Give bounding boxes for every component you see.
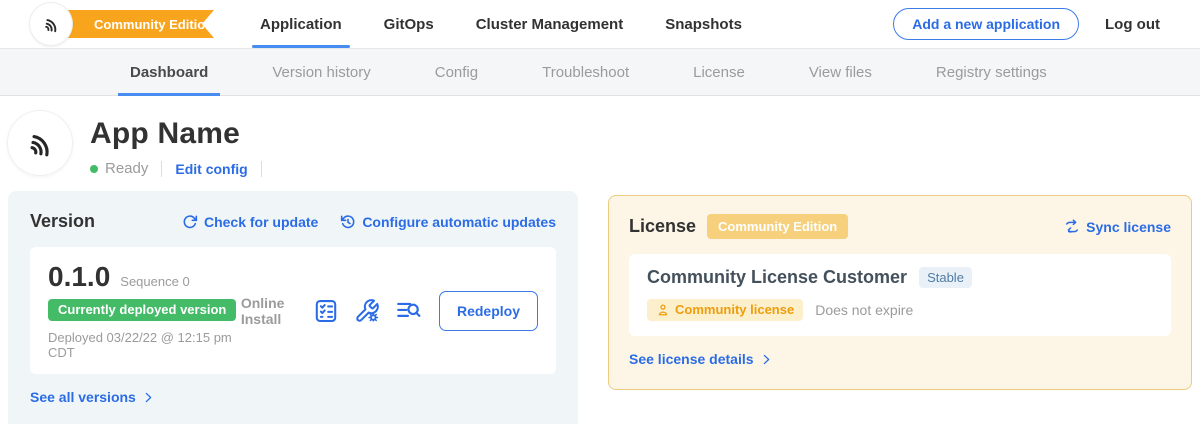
tab-label: Application <box>260 16 342 33</box>
link-label: See license details <box>629 351 754 367</box>
subtab-label: View files <box>809 64 872 81</box>
link-label: See all versions <box>30 389 136 405</box>
chevron-right-icon <box>760 353 773 366</box>
install-type-label: Online Install <box>241 295 296 327</box>
logout-button[interactable]: Log out <box>1105 16 1160 33</box>
expiry-text: Does not expire <box>815 302 913 318</box>
version-actions: Online Install Redeploy <box>241 291 538 331</box>
customer-row: Community License Customer Stable <box>647 267 1153 288</box>
redeploy-button[interactable]: Redeploy <box>439 291 538 331</box>
license-type-badge: Community license <box>647 299 803 321</box>
version-number: 0.1.0 <box>48 261 110 293</box>
tab-label: Snapshots <box>665 16 742 33</box>
subtab-label: Dashboard <box>130 64 208 81</box>
app-header: App Name Ready Edit config <box>0 96 1200 177</box>
app-logo-icon <box>22 125 58 161</box>
subtab-label: License <box>693 64 745 81</box>
chevron-right-icon <box>142 391 155 404</box>
version-card-title: Version <box>30 211 95 232</box>
license-card-title: License <box>629 216 696 237</box>
community-edition-ribbon: Community Edition <box>52 10 214 38</box>
divider <box>161 161 162 177</box>
current-version-box: 0.1.0 Sequence 0 Currently deployed vers… <box>30 247 556 374</box>
subtab-config[interactable]: Config <box>435 49 478 95</box>
community-edition-label: Community Edition <box>94 17 213 32</box>
replicated-logo[interactable] <box>30 3 72 45</box>
brand: Community Edition <box>30 0 218 48</box>
license-type-row: Community license Does not expire <box>647 299 1153 321</box>
edit-config-link[interactable]: Edit config <box>175 161 247 177</box>
version-card: Version Check for update Configure autom… <box>8 191 578 424</box>
status-dot-icon <box>90 165 98 173</box>
divider <box>261 161 262 177</box>
version-header-links: Check for update Configure automatic upd… <box>182 214 556 230</box>
top-nav-right: Add a new application Log out <box>893 8 1160 40</box>
refresh-icon <box>182 214 198 230</box>
link-label: Configure automatic updates <box>362 214 556 230</box>
sequence-label: Sequence 0 <box>120 274 189 289</box>
status-badge: Ready <box>105 160 148 177</box>
license-card-header: License Community Edition Sync license <box>629 214 1171 239</box>
app-sub-nav: Dashboard Version history Config Trouble… <box>0 48 1200 96</box>
top-nav: Community Edition Application GitOps Clu… <box>0 0 1200 48</box>
subtab-version-history[interactable]: Version history <box>272 49 370 95</box>
subtab-label: Registry settings <box>936 64 1047 81</box>
channel-badge: Stable <box>919 267 972 288</box>
version-card-header: Version Check for update Configure autom… <box>30 211 556 232</box>
app-avatar <box>8 111 72 175</box>
auto-update-clock-icon <box>340 214 356 230</box>
see-all-versions-link[interactable]: See all versions <box>30 389 155 405</box>
license-type-label: Community license <box>675 302 794 317</box>
person-icon <box>656 303 670 317</box>
subtab-registry-settings[interactable]: Registry settings <box>936 49 1047 95</box>
tab-cluster-management[interactable]: Cluster Management <box>476 0 624 48</box>
kots-admin-console: Community Edition Application GitOps Clu… <box>0 0 1200 424</box>
config-wrench-icon[interactable] <box>354 298 380 324</box>
license-card-footer: See license details <box>629 351 1171 369</box>
version-card-footer: See all versions <box>30 389 556 407</box>
tab-snapshots[interactable]: Snapshots <box>665 0 742 48</box>
app-header-text: App Name Ready Edit config <box>90 111 275 177</box>
add-application-button[interactable]: Add a new application <box>893 8 1079 40</box>
configure-auto-updates-link[interactable]: Configure automatic updates <box>340 214 556 230</box>
subtab-view-files[interactable]: View files <box>809 49 872 95</box>
top-nav-items: Application GitOps Cluster Management Sn… <box>260 0 742 48</box>
tab-gitops[interactable]: GitOps <box>384 0 434 48</box>
customer-name: Community License Customer <box>647 267 907 288</box>
version-number-row: 0.1.0 Sequence 0 <box>48 261 241 293</box>
sync-arrows-icon <box>1064 219 1080 235</box>
app-status-row: Ready Edit config <box>90 160 275 177</box>
preflight-checklist-icon[interactable] <box>313 298 339 324</box>
link-label: Sync license <box>1086 219 1171 235</box>
deployed-timestamp: Deployed 03/22/22 @ 12:15 pm CDT <box>48 330 241 360</box>
subtab-troubleshoot[interactable]: Troubleshoot <box>542 49 629 95</box>
page-title: App Name <box>90 117 275 151</box>
tab-label: Cluster Management <box>476 16 624 33</box>
subtab-label: Troubleshoot <box>542 64 629 81</box>
link-label: Check for update <box>204 214 318 230</box>
subtab-label: Config <box>435 64 478 81</box>
edition-badge: Community Edition <box>707 214 848 239</box>
sync-license-link[interactable]: Sync license <box>1064 219 1171 235</box>
tab-application[interactable]: Application <box>260 0 342 48</box>
check-for-update-link[interactable]: Check for update <box>182 214 318 230</box>
see-license-details-link[interactable]: See license details <box>629 351 773 367</box>
subtab-label: Version history <box>272 64 370 81</box>
dashboard-cards: Version Check for update Configure autom… <box>0 191 1200 424</box>
subtab-dashboard[interactable]: Dashboard <box>130 49 208 95</box>
replicated-swirl-icon <box>40 13 62 35</box>
deployed-badge: Currently deployed version <box>48 299 236 321</box>
version-info: 0.1.0 Sequence 0 Currently deployed vers… <box>48 261 241 360</box>
subtab-license[interactable]: License <box>693 49 745 95</box>
license-card: License Community Edition Sync license C… <box>608 195 1192 390</box>
diff-search-icon[interactable] <box>395 298 421 324</box>
tab-label: GitOps <box>384 16 434 33</box>
license-details-box: Community License Customer Stable Commun… <box>629 254 1171 336</box>
